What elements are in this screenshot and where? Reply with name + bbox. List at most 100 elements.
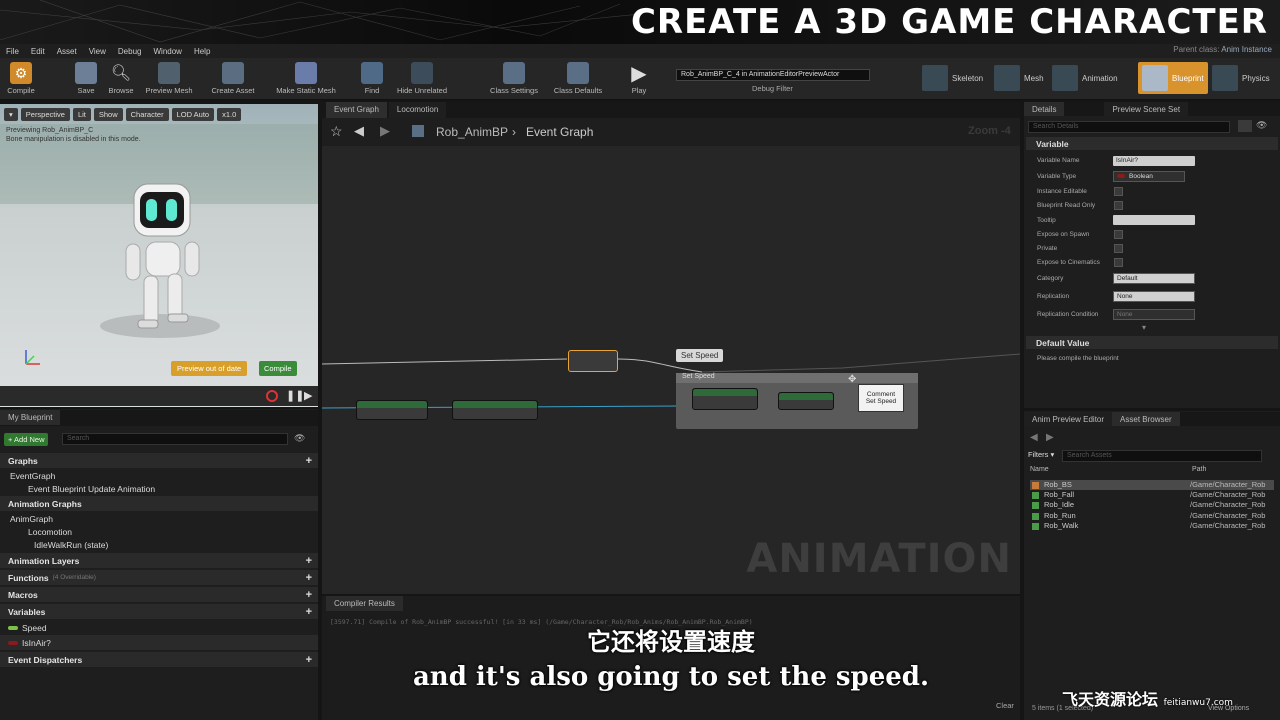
graphs-section[interactable]: Graphs +	[0, 453, 318, 468]
vector-length-node[interactable]	[778, 392, 834, 410]
asset-row[interactable]: Rob_Idle /Game/Character_Rob	[1030, 500, 1274, 510]
forward-arrow-icon[interactable]: ▶	[1046, 432, 1054, 443]
animation-graphs-section[interactable]: Animation Graphs	[0, 496, 318, 511]
make-static-mesh-button[interactable]: Make Static Mesh	[272, 60, 340, 98]
variable-name-input[interactable]: IsInAir?	[1113, 156, 1195, 166]
default-value-section-header[interactable]: Default Value	[1026, 336, 1278, 349]
character-button[interactable]: Character	[125, 108, 169, 121]
browse-button[interactable]: 🔍︎ Browse	[106, 60, 136, 98]
variable-type-select[interactable]: Boolean	[1113, 171, 1185, 182]
details-eye-icon[interactable]: 👁︎	[1256, 120, 1267, 131]
debug-object-select[interactable]: Rob_AnimBP_C_4 in AnimationEditorPreview…	[676, 69, 870, 81]
menu-file[interactable]: File	[6, 47, 19, 56]
step-forward-icon[interactable]: ▶	[304, 389, 312, 402]
tab-my-blueprint[interactable]: My Blueprint	[0, 410, 61, 425]
filters-button[interactable]: Filters ▾	[1028, 450, 1054, 459]
idle-walk-run-item[interactable]: IdleWalkRun (state)	[0, 537, 318, 552]
get-movement-component-node[interactable]	[356, 400, 428, 420]
expand-advanced-icon[interactable]: ▾	[1142, 323, 1146, 332]
find-button[interactable]: Find	[360, 60, 384, 98]
add-function-icon[interactable]: +	[306, 572, 312, 584]
execution-node[interactable]	[568, 350, 618, 372]
asset-row[interactable]: Rob_BS /Game/Character_Rob	[1030, 480, 1274, 490]
private-checkbox[interactable]	[1114, 244, 1123, 253]
replication-select[interactable]: None	[1113, 291, 1195, 302]
viewport-options-button[interactable]: ▾	[4, 108, 18, 121]
save-button[interactable]: Save	[72, 60, 100, 98]
parent-class-value[interactable]: Anim Instance	[1221, 45, 1272, 54]
add-new-button[interactable]: + Add New	[4, 433, 49, 446]
breadcrumb-root[interactable]: Rob_AnimBP	[436, 125, 508, 139]
add-layer-icon[interactable]: +	[306, 555, 312, 567]
add-macro-icon[interactable]: +	[306, 589, 312, 601]
play-button[interactable]: ▶ Play	[624, 60, 654, 98]
record-icon[interactable]	[266, 390, 278, 402]
asset-row[interactable]: Rob_Run /Game/Character_Rob	[1030, 511, 1274, 521]
menu-debug[interactable]: Debug	[118, 47, 142, 56]
menu-view[interactable]: View	[89, 47, 106, 56]
compile-button[interactable]: ⚙ Compile	[4, 60, 38, 98]
asset-row[interactable]: Rob_Fall /Game/Character_Rob	[1030, 490, 1274, 500]
breadcrumb-leaf[interactable]: Event Graph	[526, 125, 593, 139]
tab-compiler-results[interactable]: Compiler Results	[326, 596, 403, 611]
get-velocity-node[interactable]	[692, 388, 758, 410]
mode-physics[interactable]: Physics	[1212, 62, 1270, 94]
asset-search-input[interactable]: Search Assets	[1062, 450, 1262, 462]
tab-locomotion[interactable]: Locomotion	[388, 102, 447, 118]
property-matrix-icon[interactable]	[1238, 120, 1252, 132]
expose-to-cinematics-checkbox[interactable]	[1114, 258, 1123, 267]
viewport-compile-button[interactable]: Compile	[259, 361, 297, 376]
variable-speed[interactable]: Speed	[0, 620, 318, 635]
mode-blueprint[interactable]: Blueprint	[1138, 62, 1208, 94]
is-falling-node[interactable]	[452, 400, 538, 420]
back-arrow-icon[interactable]: ◀	[1030, 432, 1038, 443]
menu-window[interactable]: Window	[153, 47, 181, 56]
forward-arrow-icon[interactable]: ▶	[380, 123, 390, 139]
tab-preview-scene-set[interactable]: Preview Scene Set	[1104, 102, 1189, 116]
event-blueprint-update-item[interactable]: Event Blueprint Update Animation	[0, 481, 318, 496]
category-select[interactable]: Default	[1113, 273, 1195, 284]
variables-section[interactable]: Variables +	[0, 604, 318, 619]
pause-icon[interactable]: ❚❚	[286, 389, 304, 402]
star-icon[interactable]: ☆	[330, 123, 343, 140]
variable-isinair[interactable]: IsInAir?	[0, 635, 318, 650]
class-defaults-button[interactable]: Class Defaults	[550, 60, 606, 98]
graph-canvas[interactable]: Set Speed Set Speed Comment Set Speed ✥ …	[322, 146, 1020, 594]
perspective-button[interactable]: Perspective	[20, 108, 70, 121]
expose-on-spawn-checkbox[interactable]	[1114, 230, 1123, 239]
show-button[interactable]: Show	[93, 108, 123, 121]
instance-editable-checkbox[interactable]	[1114, 187, 1123, 196]
details-search-input[interactable]: Search Details	[1028, 121, 1230, 133]
create-asset-button[interactable]: Create Asset	[208, 60, 258, 98]
add-graph-icon[interactable]: +	[306, 455, 312, 467]
back-arrow-icon[interactable]: ◀	[354, 123, 364, 139]
menu-help[interactable]: Help	[194, 47, 210, 56]
animation-layers-section[interactable]: Animation Layers +	[0, 553, 318, 568]
col-path-header[interactable]: Path	[1192, 466, 1206, 473]
clear-button[interactable]: Clear	[996, 701, 1014, 710]
variable-section-header[interactable]: Variable	[1026, 137, 1278, 150]
asset-row[interactable]: Rob_Walk /Game/Character_Rob	[1030, 521, 1274, 531]
speed-button[interactable]: x1.0	[217, 108, 242, 121]
mode-skeleton[interactable]: Skeleton	[922, 62, 983, 94]
tab-anim-preview-editor[interactable]: Anim Preview Editor	[1024, 412, 1113, 426]
replication-condition-select[interactable]: None	[1113, 309, 1195, 320]
tooltip-input[interactable]	[1113, 215, 1195, 225]
mode-mesh[interactable]: Mesh	[994, 62, 1044, 94]
mode-animation[interactable]: Animation	[1052, 62, 1118, 94]
menu-asset[interactable]: Asset	[57, 47, 77, 56]
lod-button[interactable]: LOD Auto	[171, 108, 215, 121]
class-settings-button[interactable]: Class Settings	[486, 60, 542, 98]
tab-event-graph[interactable]: Event Graph	[326, 102, 387, 118]
menu-edit[interactable]: Edit	[31, 47, 45, 56]
blueprint-read-only-checkbox[interactable]	[1114, 201, 1123, 210]
col-name-header[interactable]: Name	[1030, 466, 1049, 473]
tab-asset-browser[interactable]: Asset Browser	[1112, 412, 1180, 426]
add-dispatcher-icon[interactable]: +	[306, 654, 312, 666]
eye-icon[interactable]: 👁︎	[294, 433, 305, 444]
macros-section[interactable]: Macros +	[0, 587, 318, 602]
add-variable-icon[interactable]: +	[306, 606, 312, 618]
hide-unrelated-button[interactable]: Hide Unrelated	[394, 60, 450, 98]
lit-button[interactable]: Lit	[72, 108, 91, 121]
functions-section[interactable]: Functions (4 Overridable) +	[0, 570, 318, 585]
